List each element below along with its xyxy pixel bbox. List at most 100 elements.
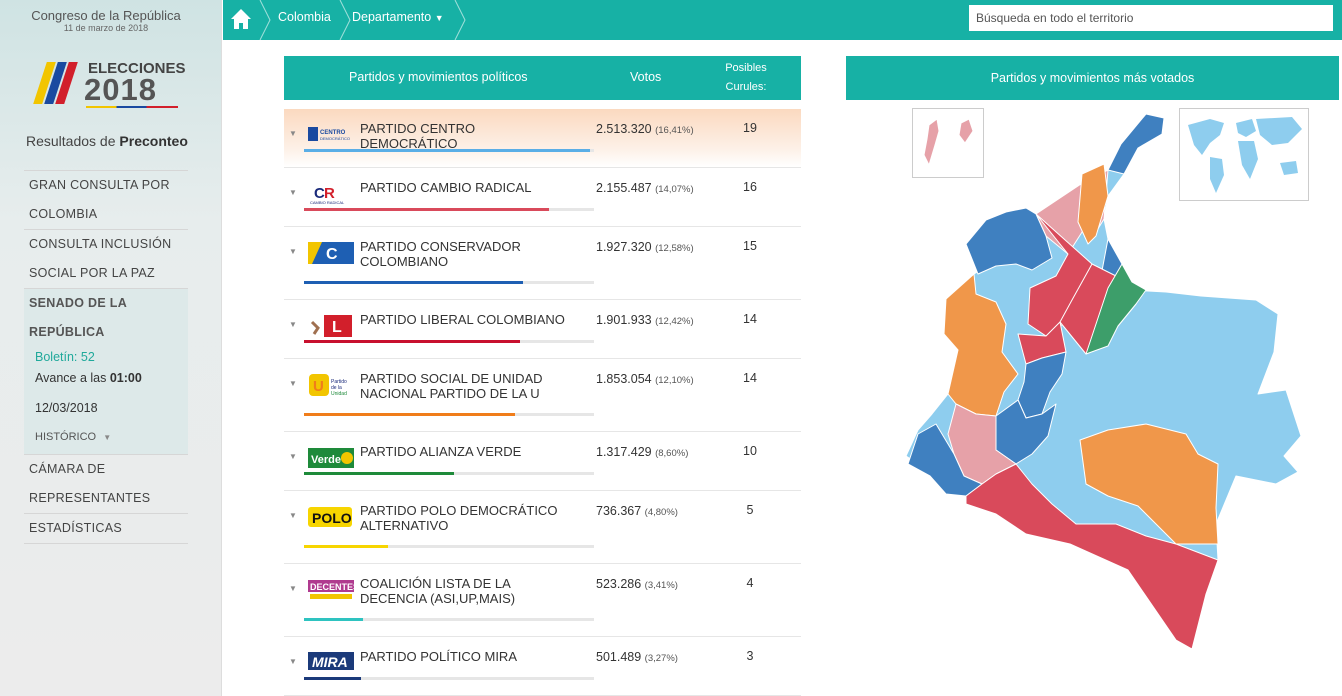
expand-arrow-icon[interactable]: ▼ [289, 511, 297, 520]
expand-arrow-icon[interactable]: ▼ [289, 584, 297, 593]
vote-share-bar [304, 413, 594, 416]
results-table-header: Partidos y movimientos políticos Votos P… [284, 56, 801, 112]
senado-submenu: Boletín: 52 Avance a las 01:00 12/03/201… [24, 347, 188, 454]
vote-share-fill [304, 413, 515, 416]
svg-text:DEMOCRÁTICO: DEMOCRÁTICO [320, 136, 350, 141]
expand-arrow-icon[interactable]: ▼ [289, 452, 297, 461]
top-bar: Colombia Departamento ▼ [223, 0, 1342, 40]
svg-text:POLO: POLO [312, 510, 352, 526]
breadcrumb-departamento[interactable]: Departamento ▼ [352, 0, 444, 40]
breadcrumb-separator [339, 0, 351, 40]
breadcrumb-colombia[interactable]: Colombia [278, 0, 331, 40]
party-name: PARTIDO CENTRO DEMOCRÁTICO [360, 121, 476, 151]
elecciones-2018-logo[interactable]: ELECCIONES 2018 [33, 58, 186, 114]
party-votes: 1.901.933 (12,42%) [596, 313, 694, 327]
svg-text:DECENTES: DECENTES [310, 582, 354, 592]
menu-camara[interactable]: CÁMARA DE REPRESENTANTES [24, 454, 188, 513]
party-name: PARTIDO SOCIAL DE UNIDAD NACIONAL PARTID… [360, 371, 543, 401]
svg-text:Unidad: Unidad [331, 391, 347, 397]
vote-share-fill [304, 149, 590, 152]
party-row[interactable]: ▼ POLO PARTIDO POLO DEMOCRÁTICO ALTERNATIV… [284, 491, 801, 564]
party-logo: L [308, 314, 354, 337]
col-votes-header: Votos [630, 70, 662, 84]
party-row[interactable]: ▼ C R CAMBIO RADICAL PARTIDO CAMBIO RADICAL 2… [284, 168, 801, 227]
vote-share-fill [304, 545, 388, 548]
party-seats: 14 [743, 312, 757, 326]
vote-share-bar [304, 281, 594, 284]
party-logo: MIRA [308, 651, 354, 673]
search-input[interactable] [969, 5, 1333, 31]
expand-arrow-icon[interactable]: ▼ [289, 129, 297, 138]
boletin-number: Boletín: 52 [35, 350, 95, 364]
results-table: ▼ CENTRO DEMOCRÁTICO PARTIDO CENTRO DEMOCRÁ… [284, 109, 801, 696]
vote-share-bar [304, 149, 594, 152]
party-seats: 10 [743, 444, 757, 458]
col-party-header: Partidos y movimientos políticos [349, 70, 528, 84]
party-row[interactable]: ▼ CENTRO DEMOCRÁTICO PARTIDO CENTRO DEMOCRÁ… [284, 109, 801, 168]
expand-arrow-icon[interactable]: ▼ [289, 247, 297, 256]
svg-text:CAMBIO RADICAL: CAMBIO RADICAL [310, 200, 345, 205]
svg-text:Verde: Verde [311, 454, 341, 466]
svg-text:MIRA: MIRA [312, 654, 348, 670]
svg-text:L: L [332, 319, 342, 336]
expand-arrow-icon[interactable]: ▼ [289, 320, 297, 329]
party-votes: 1.853.054 (12,10%) [596, 372, 694, 386]
sidebar: Congreso de la República 11 de marzo de … [0, 0, 222, 696]
menu-gran-consulta[interactable]: GRAN CONSULTA POR COLOMBIA [24, 170, 188, 229]
bulletin-date: 12/03/2018 [35, 401, 98, 415]
party-row[interactable]: ▼ L PARTIDO LIBERAL COLOMBIANO 1.901.933 (1… [284, 300, 801, 359]
menu-consulta-inclusion[interactable]: CONSULTA INCLUSIÓN SOCIAL POR LA PAZ [24, 229, 188, 288]
vote-share-fill [304, 472, 454, 475]
party-seats: 3 [746, 649, 754, 663]
party-logo: C R CAMBIO RADICAL [308, 182, 354, 205]
party-votes: 736.367 (4,80%) [596, 504, 678, 518]
svg-text:U: U [313, 378, 324, 395]
vote-share-fill [304, 208, 549, 211]
party-seats: 5 [746, 503, 754, 517]
historico-dropdown[interactable]: HISTÓRICO ▼ [35, 427, 188, 448]
logo-year: 2018 [84, 72, 157, 107]
party-row[interactable]: ▼ Verde PARTIDO ALIANZA VERDE 1.317.429 (8,… [284, 432, 801, 491]
vote-share-fill [304, 677, 361, 680]
party-logo: DECENTES [308, 578, 359, 600]
vote-share-bar [304, 340, 594, 343]
party-logo: Verde [308, 446, 354, 468]
expand-arrow-icon[interactable]: ▼ [289, 379, 297, 388]
party-votes: 2.513.320 (16,41%) [596, 122, 694, 136]
vote-share-fill [304, 340, 521, 343]
party-votes: 2.155.487 (14,07%) [596, 181, 694, 195]
vote-share-fill [304, 618, 364, 621]
breadcrumb-separator [259, 0, 271, 40]
results-type: Resultados de Preconteo [26, 133, 188, 149]
menu-estadisticas[interactable]: ESTADÍSTICAS [24, 513, 188, 544]
party-name: PARTIDO CAMBIO RADICAL [360, 180, 532, 195]
party-row[interactable]: ▼ C PARTIDO CONSERVADOR COLOMBIANO 1.927.32… [284, 227, 801, 300]
election-date: 11 de marzo de 2018 [63, 23, 149, 33]
colombia-map[interactable] [846, 104, 1339, 696]
party-logo: CENTRO DEMOCRÁTICO [308, 123, 354, 145]
home-icon[interactable] [226, 4, 256, 34]
party-name: COALICIÓN LISTA DE LA DECENCIA (ASI,UP,M… [360, 576, 516, 606]
party-votes: 1.927.320 (12,58%) [596, 240, 694, 254]
vote-share-bar [304, 618, 594, 621]
party-row[interactable]: ▼ U Partido de la Unidad PARTIDO SOCIAL DE UN… [284, 359, 801, 432]
party-name: PARTIDO POLO DEMOCRÁTICO ALTERNATIVO [360, 503, 558, 533]
party-row[interactable]: ▼ MIRA PARTIDO POLÍTICO MIRA 501.489 (3,27%… [284, 637, 801, 696]
party-name: PARTIDO LIBERAL COLOMBIANO [360, 312, 565, 327]
caret-down-icon: ▼ [434, 13, 444, 23]
party-row[interactable]: ▼ DECENTES COALICIÓN LISTA DE LA DECENCIA … [284, 564, 801, 637]
departments-map-shape [905, 113, 1302, 650]
party-votes: 501.489 (3,27%) [596, 650, 678, 664]
breadcrumb-separator [454, 0, 466, 40]
party-logo: C [308, 241, 354, 264]
vote-share-bar [304, 545, 594, 548]
menu-senado[interactable]: SENADO DE LA REPÚBLICA [24, 288, 188, 347]
expand-arrow-icon[interactable]: ▼ [289, 188, 297, 197]
party-seats: 14 [743, 371, 757, 385]
expand-arrow-icon[interactable]: ▼ [289, 657, 297, 666]
party-votes: 523.286 (3,41%) [596, 577, 678, 591]
party-seats: 15 [743, 239, 757, 253]
vote-share-bar [304, 472, 594, 475]
party-seats: 16 [743, 180, 757, 194]
vote-share-fill [304, 281, 523, 284]
